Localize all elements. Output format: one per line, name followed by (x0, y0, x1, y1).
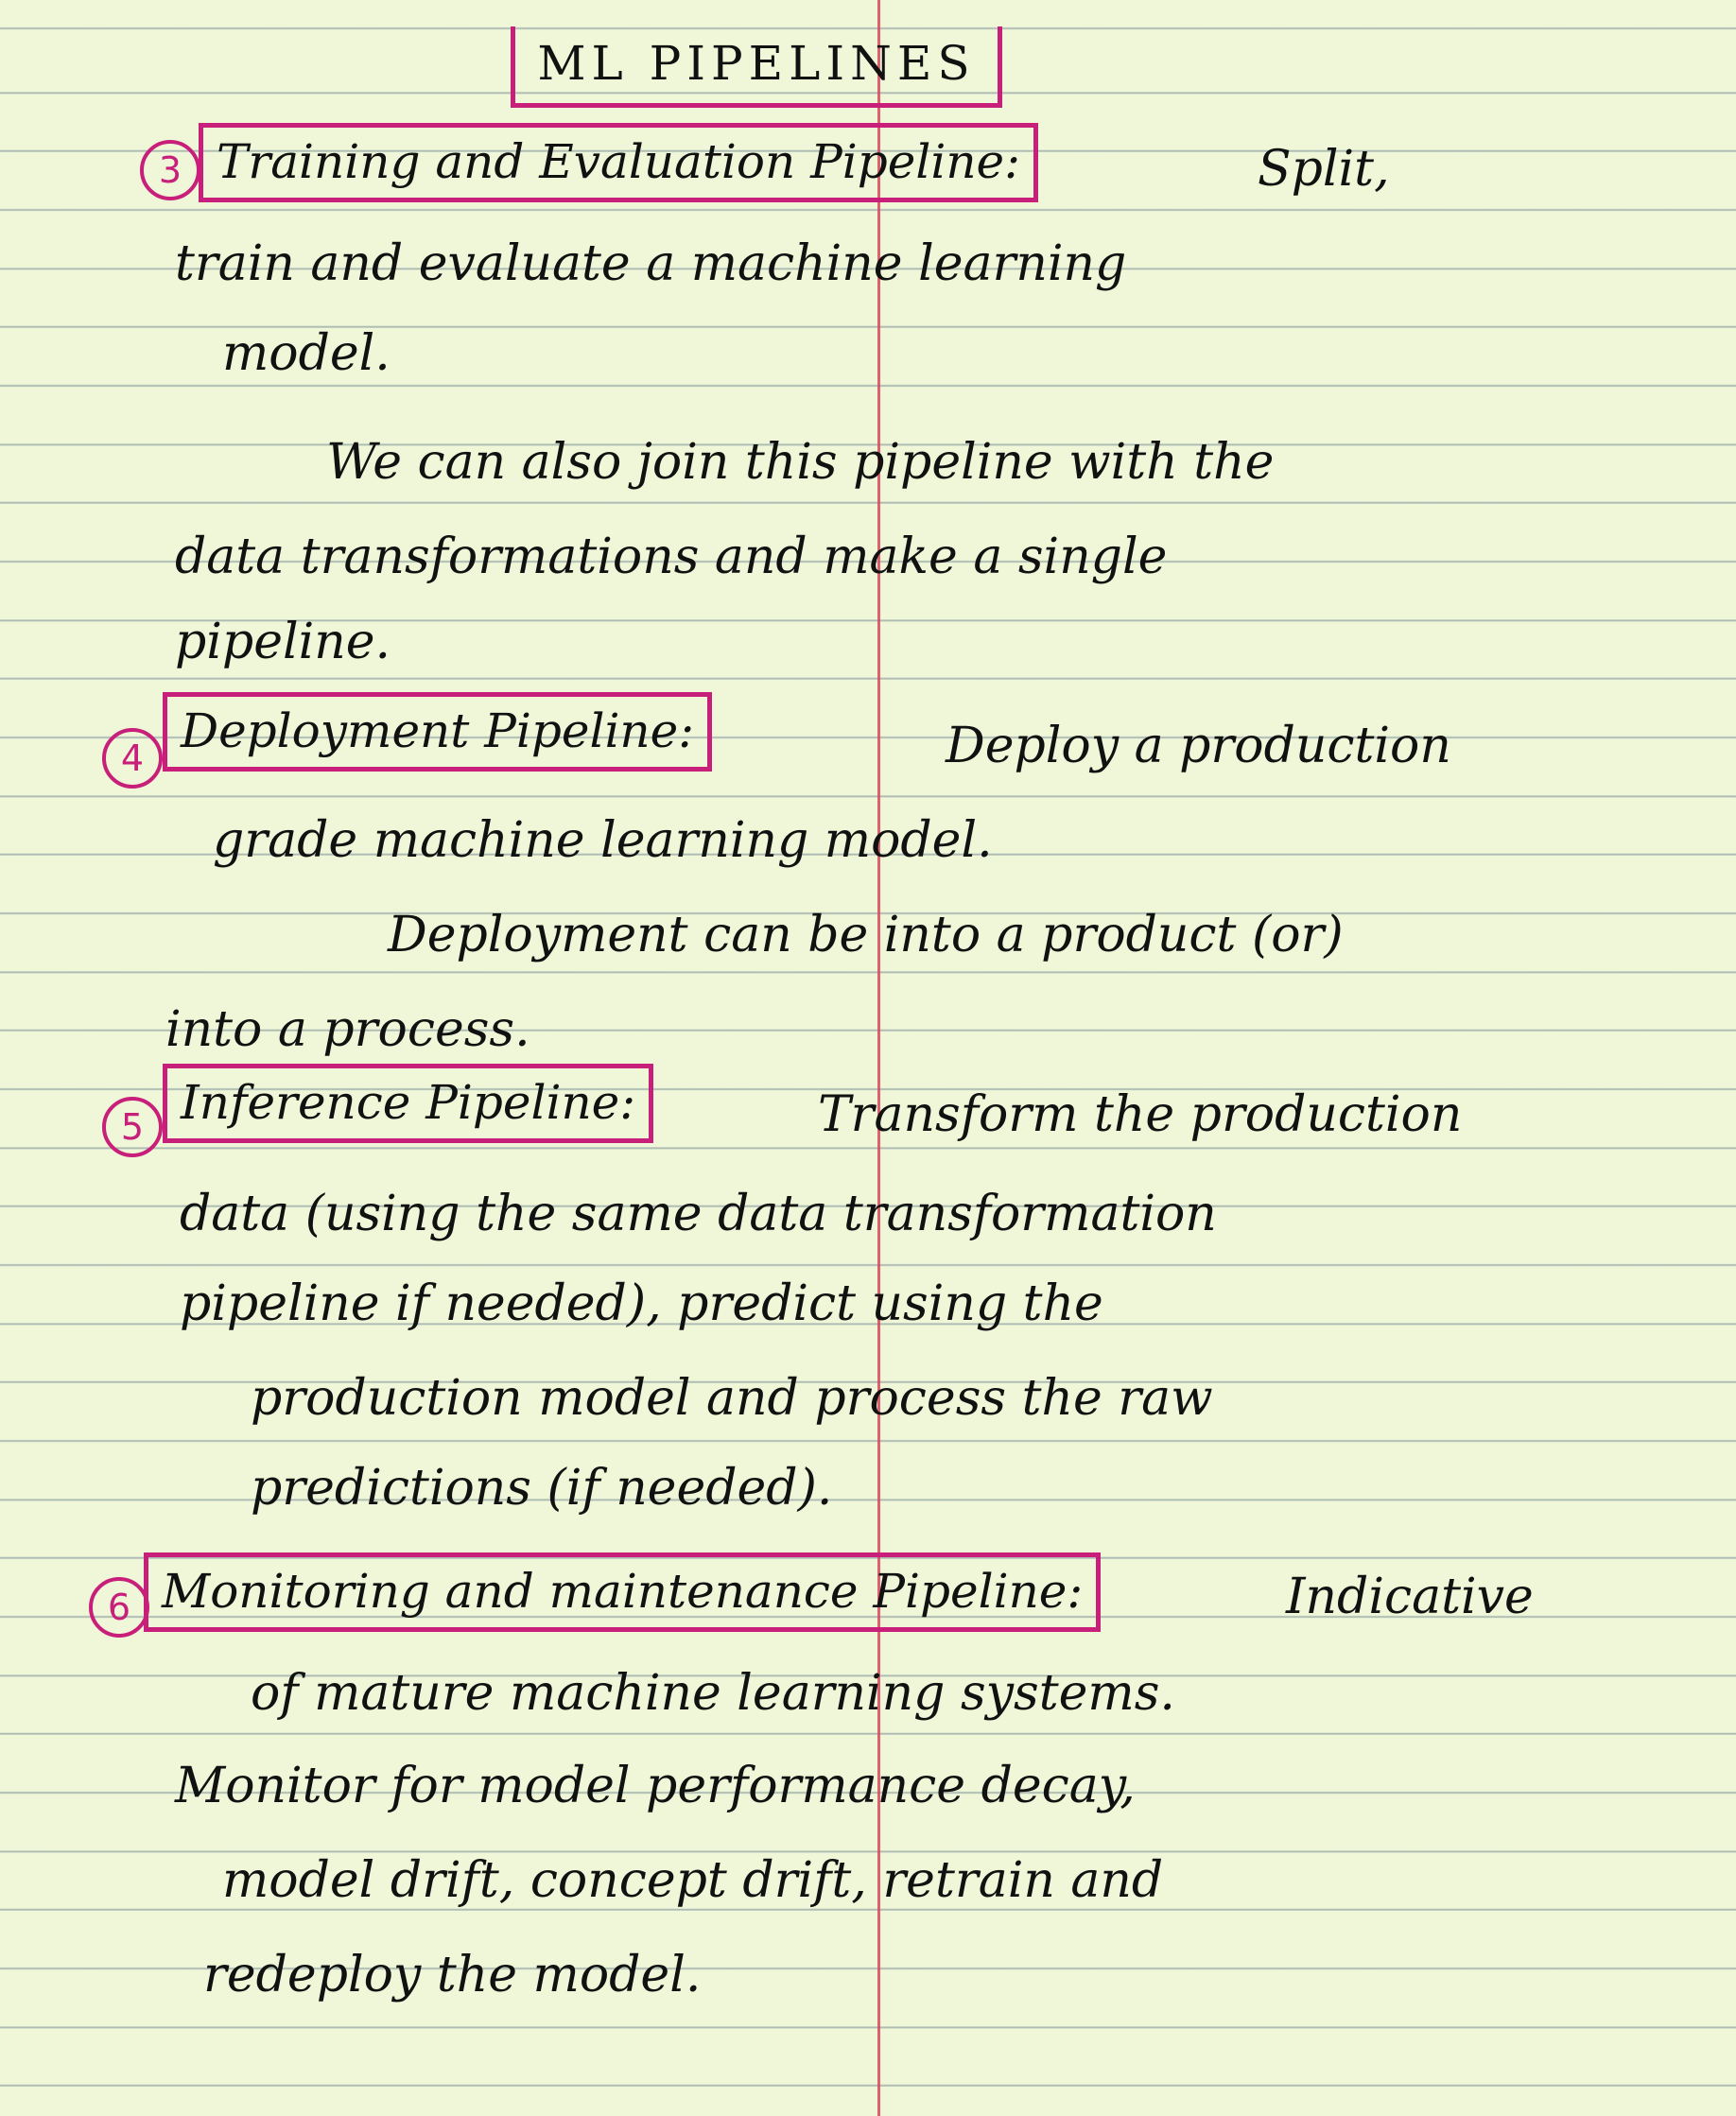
section-heading-inference: Inference Pipeline: (163, 1064, 654, 1143)
section-3-line-5: data transformations and make a single (175, 529, 1168, 585)
section-heading-monitoring: Monitoring and maintenance Pipeline: (144, 1552, 1102, 1632)
section-number-3: 3 (140, 140, 200, 200)
section-4-line-1: Deploy a production (946, 718, 1451, 774)
section-5-line-4: production model and process the raw (251, 1370, 1213, 1427)
section-3-line-2: train and evaluate a machine learning (175, 235, 1127, 292)
section-4-line-4: into a process. (165, 1001, 530, 1058)
section-6-line-1: Indicative (1286, 1569, 1534, 1625)
page-title: ML PIPELINES (537, 36, 976, 91)
section-3-line-3: model. (222, 325, 391, 382)
section-4-line-2: grade machine learning model. (213, 812, 993, 869)
section-6-line-5: redeploy the model. (203, 1947, 702, 2003)
section-heading-deployment: Deployment Pipeline: (163, 692, 713, 772)
section-5-line-3: pipeline if needed), predict using the (180, 1275, 1103, 1332)
section-4-line-3: Deployment can be into a product (or) (388, 907, 1344, 963)
section-6-line-3: Monitor for model performance decay, (175, 1758, 1136, 1814)
section-6-line-2: of mature machine learning systems. (251, 1665, 1175, 1722)
section-3-line-6: pipeline. (175, 614, 391, 670)
section-number-6: 6 (89, 1577, 149, 1638)
section-6-line-4: model drift, concept drift, retrain and (222, 1852, 1164, 1909)
section-number-4: 4 (102, 728, 163, 789)
section-5-line-1: Transform the production (818, 1086, 1463, 1143)
section-heading-training: Training and Evaluation Pipeline: (199, 123, 1038, 202)
section-5-line-5: predictions (if needed). (251, 1460, 833, 1517)
section-3-line-4: We can also join this pipeline with the (326, 434, 1275, 491)
section-number-5: 5 (102, 1097, 163, 1157)
section-5-line-2: data (using the same data transformation (180, 1186, 1217, 1242)
section-3-line-1: Split, (1258, 141, 1390, 198)
